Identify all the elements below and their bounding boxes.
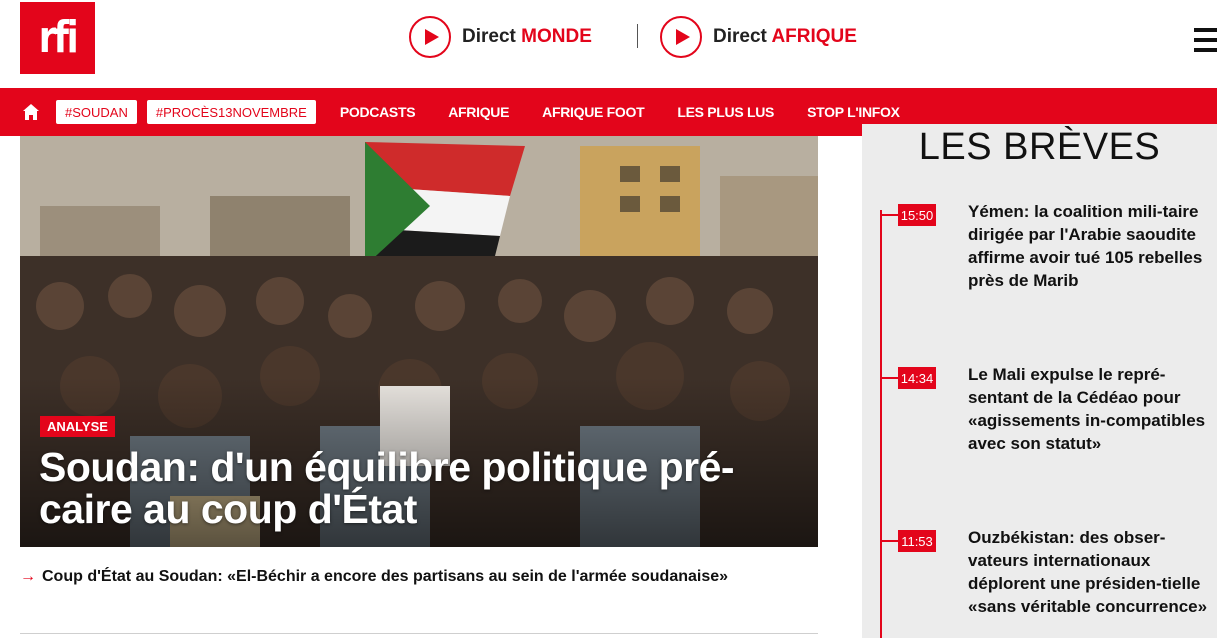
live-afrique-prefix: Direct <box>713 26 767 47</box>
related-article-link[interactable]: → Coup d'État au Soudan: «El-Béchir a en… <box>20 566 818 588</box>
rfi-logo[interactable]: rfi <box>20 2 95 74</box>
divider <box>20 633 818 634</box>
nav-tag-proces13novembre[interactable]: #PROCÈS13NOVEMBRE <box>146 100 316 124</box>
timeline-tick <box>880 377 898 379</box>
logo-text: rfi <box>38 12 79 63</box>
nav-link-podcasts[interactable]: PODCASTS <box>340 104 416 120</box>
play-icon <box>660 16 702 58</box>
live-monde-label: Direct MONDE <box>462 26 592 48</box>
live-monde-prefix: Direct <box>462 26 516 47</box>
related-article-text: Coup d'État au Soudan: «El-Béchir a enco… <box>42 568 729 585</box>
timeline-tick <box>880 540 898 542</box>
live-monde-button[interactable]: Direct MONDE <box>409 16 592 58</box>
home-icon[interactable] <box>22 103 40 121</box>
hero-article[interactable]: ANALYSE Soudan: d'un équilibre politique… <box>20 136 818 547</box>
breves-timeline <box>880 210 882 638</box>
nav-link-les-plus-lus[interactable]: LES PLUS LUS <box>677 104 774 120</box>
live-afrique-name: AFRIQUE <box>771 26 857 47</box>
brief-time: 11:53 <box>898 530 936 552</box>
brief-text[interactable]: Yémen: la coalition mili-taire dirigée p… <box>968 200 1213 292</box>
hero-headline[interactable]: Soudan: d'un équilibre politique pré-cai… <box>39 446 799 530</box>
timeline-tick <box>880 214 898 216</box>
brief-time: 14:34 <box>898 367 936 389</box>
nav-tag-soudan[interactable]: #SOUDAN <box>56 100 137 124</box>
brief-text[interactable]: Ouzbékistan: des obser-vateurs internati… <box>968 526 1213 618</box>
brief-text[interactable]: Le Mali expulse le repré-sentant de la C… <box>968 363 1213 455</box>
live-afrique-button[interactable]: Direct AFRIQUE <box>660 16 857 58</box>
nav-link-stop-linfox[interactable]: STOP L'INFOX <box>807 104 900 120</box>
nav-link-afrique-foot[interactable]: AFRIQUE FOOT <box>542 104 644 120</box>
live-separator <box>637 24 638 48</box>
live-monde-name: MONDE <box>521 26 592 47</box>
brief-time: 15:50 <box>898 204 936 226</box>
play-icon <box>409 16 451 58</box>
hamburger-menu-icon[interactable] <box>1194 28 1217 54</box>
top-header: rfi Direct MONDE Direct AFRIQUE <box>0 0 1217 88</box>
arrow-right-icon: → <box>20 568 36 585</box>
nav-link-afrique[interactable]: AFRIQUE <box>448 104 509 120</box>
live-afrique-label: Direct AFRIQUE <box>713 26 857 48</box>
breves-heading: LES BRÈVES <box>918 126 1161 168</box>
analysis-badge: ANALYSE <box>40 416 115 437</box>
